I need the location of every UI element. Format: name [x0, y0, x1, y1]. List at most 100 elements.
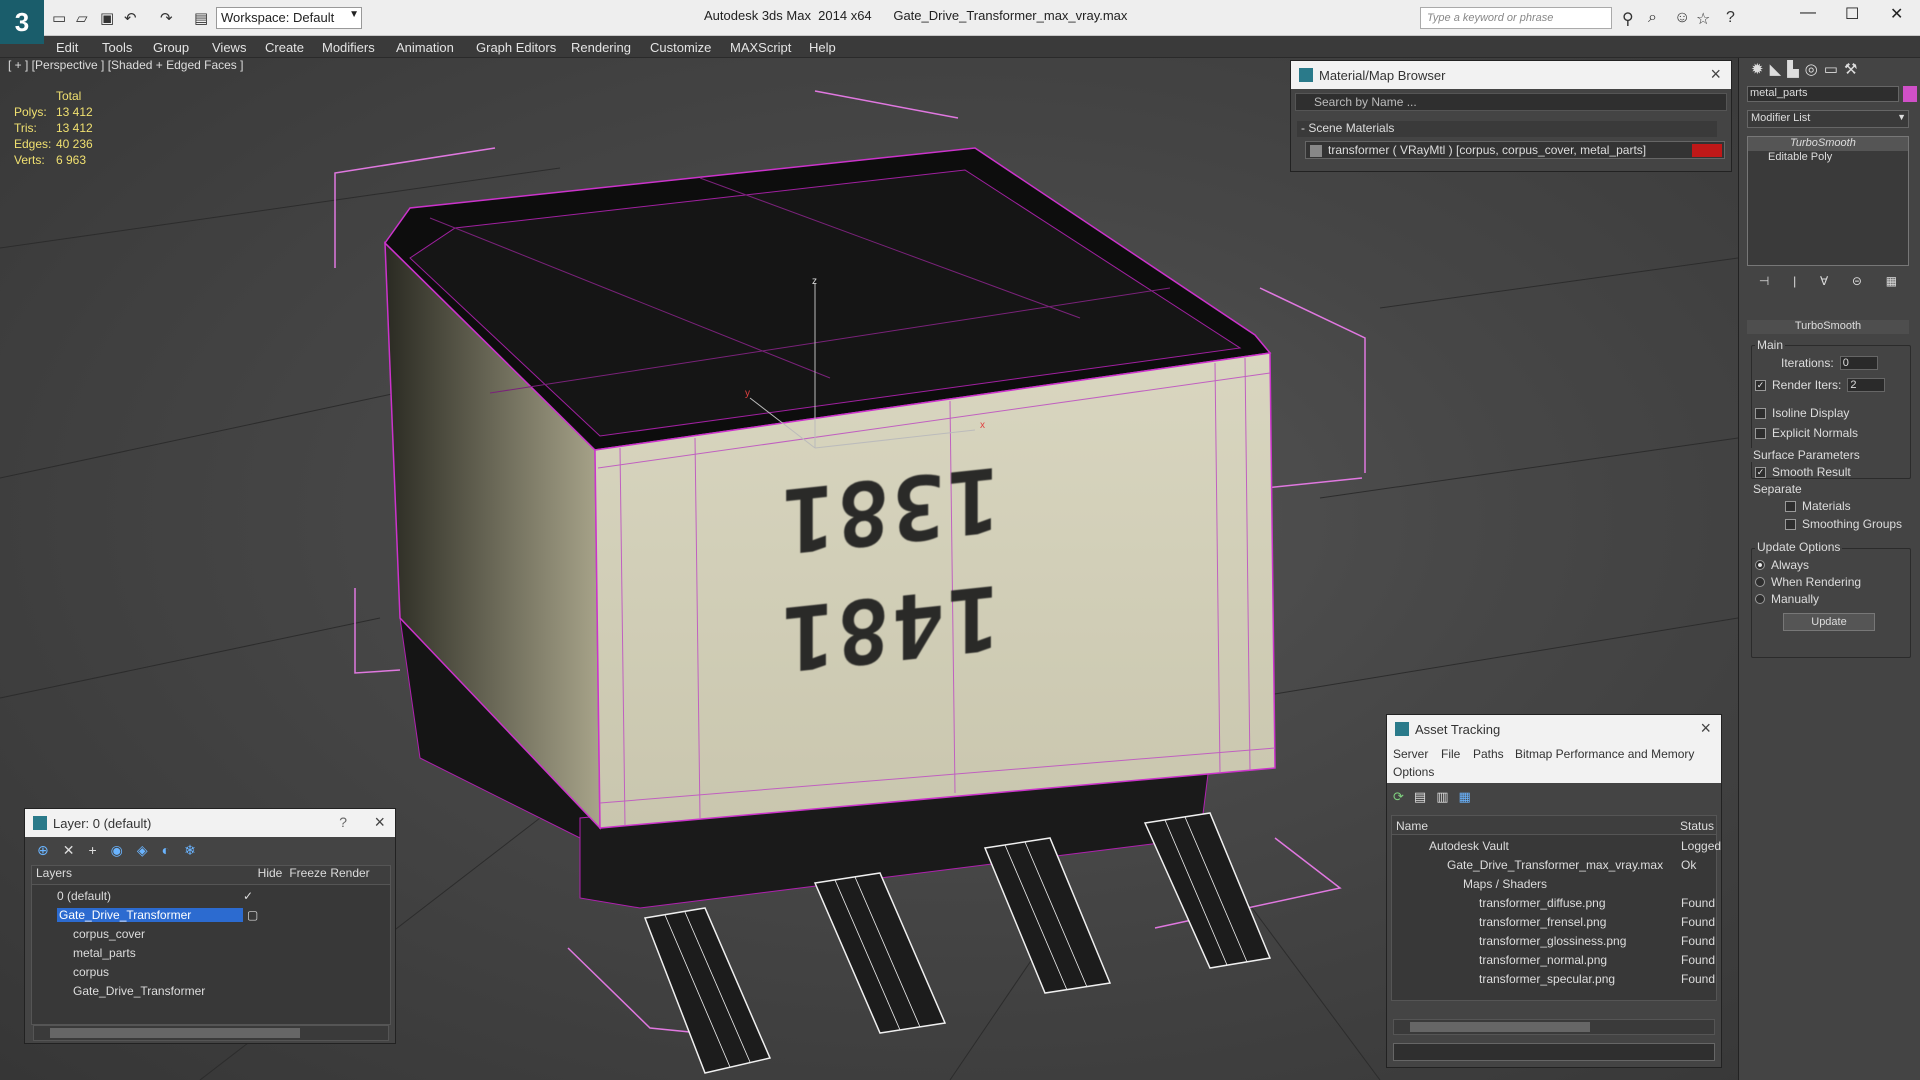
object-name-field[interactable]: metal_parts	[1747, 86, 1899, 102]
menu-edit[interactable]: Edit	[56, 40, 78, 55]
open-icon[interactable]: ▱	[76, 8, 88, 28]
menu-maxscript[interactable]: MAXScript	[730, 40, 791, 55]
turbosmooth-rollout-title[interactable]: TurboSmooth	[1747, 320, 1909, 334]
close-icon[interactable]: ×	[1700, 718, 1711, 739]
menu-views[interactable]: Views	[212, 40, 246, 55]
add-to-layer-icon[interactable]: +	[88, 842, 96, 858]
make-unique-icon[interactable]: ∀	[1820, 274, 1828, 290]
smoothing-groups-checkbox[interactable]	[1785, 518, 1796, 530]
menu-animation[interactable]: Animation	[396, 40, 454, 55]
redo-icon[interactable]: ↷	[160, 8, 173, 28]
configure-sets-icon[interactable]: ▦	[1886, 274, 1897, 290]
delete-layer-icon[interactable]: ✕	[63, 842, 75, 859]
layer-row[interactable]: Gate_Drive_Transformer ▢	[31, 905, 383, 924]
menu-tools[interactable]: Tools	[102, 40, 132, 55]
star-icon[interactable]: ☆	[1696, 9, 1710, 29]
menu-help[interactable]: Help	[809, 40, 836, 55]
scrollbar-thumb[interactable]	[1410, 1022, 1590, 1032]
display-tab-icon[interactable]: ▭	[1824, 60, 1838, 78]
utilities-tab-icon[interactable]: ⚒	[1844, 60, 1857, 78]
remove-modifier-icon[interactable]: ⊝	[1852, 274, 1862, 290]
asset-row[interactable]: Maps / Shaders	[1393, 874, 1718, 893]
asset-row[interactable]: transformer_frensel.png Found	[1393, 912, 1718, 931]
undo-icon[interactable]: ↶	[124, 8, 137, 28]
when-rendering-radio[interactable]	[1755, 577, 1765, 587]
asset-row[interactable]: transformer_diffuse.png Found	[1393, 893, 1718, 912]
detail-view-icon[interactable]: ▥	[1436, 789, 1448, 809]
create-tab-icon[interactable]: ✹	[1751, 60, 1764, 78]
refresh-icon[interactable]: ⟳	[1393, 789, 1404, 809]
update-button[interactable]: Update	[1783, 613, 1875, 631]
viewport-label[interactable]: [ + ] [Perspective ] [Shaded + Edged Fac…	[8, 58, 243, 72]
close-icon[interactable]: ×	[374, 812, 385, 833]
search-icon[interactable]: ⌕	[1648, 9, 1657, 27]
manually-radio[interactable]	[1755, 594, 1765, 604]
render-iters-checkbox[interactable]: ✓	[1755, 379, 1766, 391]
new-file-icon[interactable]: ▭	[52, 8, 66, 28]
help-icon[interactable]: ?	[1726, 9, 1735, 27]
asset-menu-options[interactable]: Options	[1393, 765, 1434, 779]
layer-scrollbar[interactable]	[33, 1025, 389, 1041]
project-icon[interactable]: ▤	[194, 8, 208, 28]
menu-group[interactable]: Group	[153, 40, 189, 55]
stack-item-editable-poly[interactable]: Editable Poly	[1748, 151, 1908, 165]
asset-row[interactable]: Autodesk Vault Logged	[1393, 836, 1721, 855]
asset-row[interactable]: Gate_Drive_Transformer_max_vray.max Ok	[1393, 855, 1718, 874]
menu-rendering[interactable]: Rendering	[571, 40, 631, 55]
layer-row[interactable]: 0 (default) ✓	[31, 886, 383, 905]
hierarchy-tab-icon[interactable]: ▙	[1787, 60, 1799, 78]
table-view-icon[interactable]: ▦	[1459, 789, 1471, 809]
save-icon[interactable]: ▣	[100, 8, 114, 28]
close-icon[interactable]: ×	[1710, 64, 1721, 85]
asset-row[interactable]: transformer_specular.png Found	[1393, 969, 1718, 988]
iterations-spinner[interactable]: 0	[1839, 356, 1878, 370]
minimize-button[interactable]: —	[1800, 4, 1816, 22]
render-iters-spinner[interactable]: 2	[1847, 378, 1886, 392]
col-layers[interactable]: Layers	[32, 866, 252, 884]
smooth-result-checkbox[interactable]: ✓	[1755, 466, 1766, 478]
motion-tab-icon[interactable]: ◎	[1805, 60, 1818, 78]
layer-row[interactable]: corpus_cover	[31, 924, 383, 943]
explicit-normals-checkbox[interactable]	[1755, 427, 1766, 439]
user-icon[interactable]: ☺	[1674, 9, 1690, 27]
freeze-all-icon[interactable]: ❄	[184, 842, 196, 859]
menu-create[interactable]: Create	[265, 40, 304, 55]
col-freeze[interactable]: Freeze	[288, 866, 328, 884]
menu-customize[interactable]: Customize	[650, 40, 711, 55]
asset-row[interactable]: transformer_glossiness.png Found	[1393, 931, 1718, 950]
asset-menu-paths[interactable]: Paths	[1473, 747, 1504, 761]
asset-menu-file[interactable]: File	[1441, 747, 1460, 761]
asset-tracking-titlebar[interactable]: Asset Tracking ×	[1387, 715, 1721, 743]
maximize-button[interactable]: ☐	[1845, 4, 1859, 24]
materials-checkbox[interactable]	[1785, 500, 1796, 512]
pin-stack-icon[interactable]: ⊣	[1759, 274, 1769, 290]
layer-row[interactable]: Gate_Drive_Transformer	[31, 981, 383, 1000]
layer-row[interactable]: corpus	[31, 962, 383, 981]
asset-row[interactable]: transformer_normal.png Found	[1393, 950, 1718, 969]
col-hide[interactable]: Hide	[252, 866, 288, 884]
hide-all-icon[interactable]: ◐	[162, 842, 170, 858]
show-end-result-icon[interactable]: |	[1793, 274, 1796, 290]
app-logo-icon[interactable]: 3	[0, 0, 44, 44]
keyword-search-input[interactable]: Type a keyword or phrase	[1420, 7, 1612, 29]
list-view-icon[interactable]: ▤	[1414, 789, 1426, 809]
highlight-layer-icon[interactable]: ◈	[137, 842, 148, 859]
menu-modifiers[interactable]: Modifiers	[322, 40, 375, 55]
asset-menu-bitmap[interactable]: Bitmap Performance and Memory	[1515, 747, 1694, 761]
material-item[interactable]: transformer ( VRayMtl ) [corpus, corpus_…	[1305, 141, 1725, 159]
asset-menu-server[interactable]: Server	[1393, 747, 1428, 761]
scene-materials-group[interactable]: - Scene Materials	[1297, 121, 1717, 137]
modifier-list-dropdown[interactable]: Modifier List ▼	[1747, 110, 1909, 128]
asset-path-field[interactable]	[1393, 1043, 1715, 1061]
col-name[interactable]: Name	[1396, 819, 1428, 833]
layer-row[interactable]: metal_parts	[31, 943, 383, 962]
modify-tab-icon[interactable]: ◣	[1770, 60, 1782, 78]
asset-scrollbar[interactable]	[1393, 1019, 1715, 1035]
object-color-swatch[interactable]	[1903, 86, 1917, 102]
material-search-input[interactable]: Search by Name ...	[1295, 93, 1727, 111]
layer-panel-titlebar[interactable]: Layer: 0 (default)? ×	[25, 809, 395, 837]
help-icon[interactable]: ?	[339, 814, 347, 830]
always-radio[interactable]	[1755, 560, 1765, 570]
new-layer-icon[interactable]: ⊕	[37, 842, 49, 859]
col-render[interactable]: Render	[328, 866, 372, 884]
